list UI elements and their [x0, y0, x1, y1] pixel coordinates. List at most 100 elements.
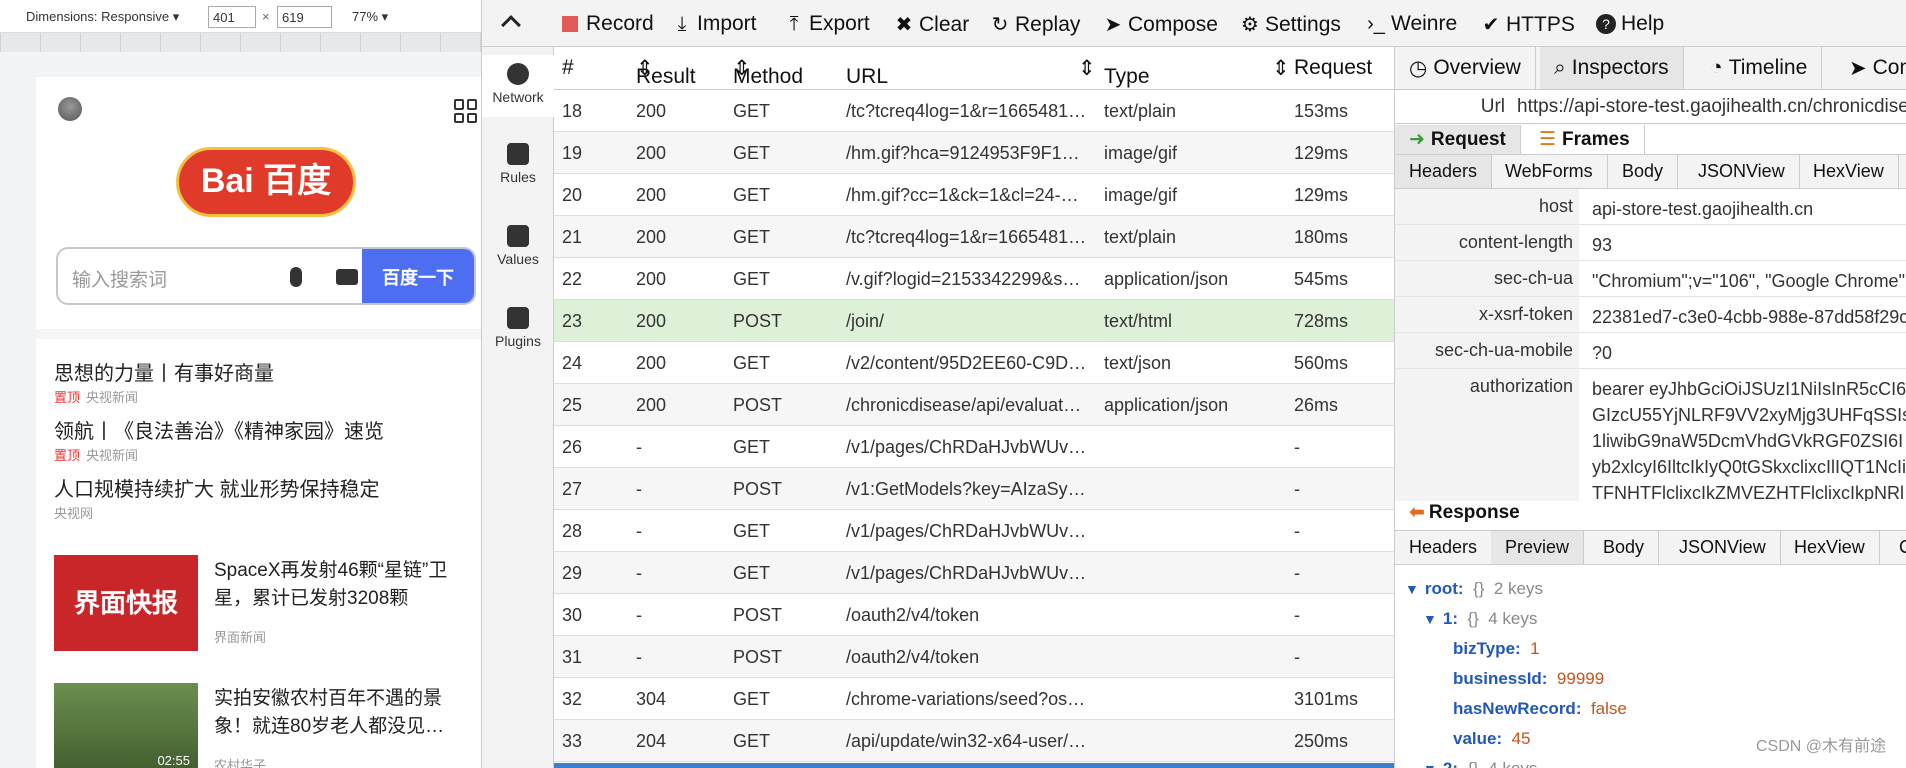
news-card-image[interactable]: 界面快报: [54, 555, 198, 651]
tab-request[interactable]: ➜ Request: [1395, 125, 1521, 154]
resp-tab-headers[interactable]: Headers: [1395, 531, 1493, 564]
col-request[interactable]: Request: [1294, 56, 1372, 80]
request-list: # Result ⇕ Method ⇕ URL ⇕ Type ⇕ Request 1…: [554, 47, 1394, 768]
search-button[interactable]: 百度一下: [362, 249, 474, 303]
width-input[interactable]: 401: [208, 6, 256, 28]
tree-node[interactable]: ▼2: {} 4 keys: [1423, 759, 1537, 768]
table-row[interactable]: 26 - GET/v1/pages/ChRDaHJvbWUv… -: [554, 426, 1394, 468]
table-row[interactable]: 33 204 GET/api/update/win32-x64-user/… 250m…: [554, 720, 1394, 762]
table-row[interactable]: 31 - POST/oauth2/v4/token -: [554, 636, 1394, 678]
cell-type: text/plain: [1104, 227, 1177, 247]
header-value[interactable]: 93: [1592, 232, 1612, 258]
collapse-chevron-icon[interactable]: [501, 15, 521, 35]
cell-method: POST: [733, 605, 783, 625]
response-header[interactable]: ⬅ Response: [1395, 501, 1906, 531]
table-row[interactable]: 32 304 GET/chrome-variations/seed?os… 3101m…: [554, 678, 1394, 720]
compose-button[interactable]: ➤ Compose: [1103, 12, 1218, 37]
tree-root[interactable]: ▼ root: {} 2 keys: [1405, 579, 1543, 599]
record-button[interactable]: Record: [562, 12, 654, 36]
table-row[interactable]: 19 200 GET/hm.gif?hca=9124953F9F1… image/gi…: [554, 132, 1394, 174]
export-button[interactable]: ⤒ Export: [784, 12, 870, 36]
dimensions-select[interactable]: Dimensions: Responsive ▾: [26, 9, 179, 25]
settings-button[interactable]: ⚙ Settings: [1240, 12, 1341, 37]
tree-node[interactable]: ▼ 1: {} 4 keys: [1423, 609, 1537, 629]
tab-frames[interactable]: ☰ Frames: [1525, 125, 1645, 154]
cell-time: -: [1294, 605, 1300, 625]
zoom-select[interactable]: 77% ▾: [352, 9, 388, 25]
table-row[interactable]: 18 200 GET/tc?tcreq4log=1&r=1665481… text/p…: [554, 90, 1394, 132]
header-value[interactable]: ?0: [1592, 340, 1612, 366]
resp-tab-hexview[interactable]: HexView: [1780, 531, 1880, 564]
header-value[interactable]: 22381ed7-c3e0-4cbb-988e-87dd58f29c: [1592, 304, 1906, 330]
header-value[interactable]: "Chromium";v="106", "Google Chrome": [1592, 268, 1905, 294]
folder-icon: [507, 225, 529, 247]
cell-result: -: [636, 563, 642, 583]
table-row[interactable]: 22 200 GET/v.gif?logid=2153342299&s… applic…: [554, 258, 1394, 300]
sidebar-item-plugins[interactable]: Plugins: [482, 301, 554, 363]
response-sub-tabs: Headers Preview Body JSONView HexView C: [1395, 531, 1906, 565]
microphone-icon[interactable]: [290, 267, 302, 287]
tab-inspectors[interactable]: ⌕ Inspectors: [1540, 47, 1684, 89]
record-icon: [562, 16, 578, 32]
resp-tab-jsonview[interactable]: JSONView: [1665, 531, 1781, 564]
cell-result: -: [636, 647, 642, 667]
news-title[interactable]: 领航丨《良法善治》《精神家园》速览: [54, 415, 384, 444]
search-input[interactable]: 输入搜索词: [72, 265, 167, 292]
sidebar-item-rules[interactable]: Rules: [482, 137, 554, 199]
tab-compose[interactable]: ➤Com: [1835, 47, 1906, 89]
table-row[interactable]: 25 200 POST/chronicdisease/api/evaluat… app…: [554, 384, 1394, 426]
cell-url: /v1/pages/ChRDaHJvbWUv…: [846, 521, 1087, 541]
sidebar-item-network[interactable]: Network: [482, 55, 554, 117]
weinre-button[interactable]: ›_ Weinre: [1366, 12, 1457, 36]
ruler: [0, 33, 481, 52]
tab-timeline[interactable]: ◔ Timeline: [1696, 47, 1823, 89]
video-card-image[interactable]: 02:55: [54, 683, 198, 768]
table-row[interactable]: 30 - POST/oauth2/v4/token -: [554, 594, 1394, 636]
resp-tab-more[interactable]: C: [1885, 531, 1906, 564]
news-card-title[interactable]: SpaceX再发射46颗“星链”卫星，累计已发射3208颗: [214, 557, 474, 613]
table-row[interactable]: 20 200 GET/hm.gif?cc=1&ck=1&cl=24-… image/g…: [554, 174, 1394, 216]
cell-url: /v.gif?logid=2153342299&s…: [846, 269, 1081, 289]
resp-tab-body[interactable]: Body: [1589, 531, 1660, 564]
header-value[interactable]: api-store-test.gaojihealth.cn: [1592, 196, 1813, 222]
devtools: Record ⤓ Import ⤒ Export ✖ Clear ↻ Replay ➤ C…: [481, 0, 1906, 768]
header-value[interactable]: bearer eyJhbGciOiJSUzI1NiIsInR5cCI6 GIzcU…: [1592, 376, 1906, 506]
import-button[interactable]: ⤓ Import: [672, 12, 757, 36]
news-title[interactable]: 人口规模持续扩大 就业形势保持稳定: [54, 473, 380, 502]
help-button[interactable]: ? Help: [1596, 12, 1664, 36]
avatar[interactable]: [58, 97, 82, 121]
url-value[interactable]: https://api-store-test.gaojihealth.cn/ch…: [1517, 96, 1906, 118]
table-row[interactable]: 27 - POST/v1:GetModels?key=AIzaSy… -: [554, 468, 1394, 510]
camera-icon[interactable]: [336, 269, 358, 285]
table-row[interactable]: 28 - GET/v1/pages/ChRDaHJvbWUv… -: [554, 510, 1394, 552]
table-row[interactable]: 21 200 GET/tc?tcreq4log=1&r=1665481… text/p…: [554, 216, 1394, 258]
subtab-jsonview[interactable]: JSONView: [1684, 155, 1800, 188]
news-card-title[interactable]: 实拍安徽农村百年不遇的景象！就连80岁老人都没见…: [214, 685, 474, 741]
subtab-hexview[interactable]: HexView: [1799, 155, 1899, 188]
col-method[interactable]: Method ⇕: [733, 56, 803, 88]
table-row[interactable]: 24 200 GET/v2/content/95D2EE60-C9D… text/js…: [554, 342, 1394, 384]
scroll-indicator[interactable]: [554, 763, 1394, 768]
subtab-headers[interactable]: Headers: [1395, 155, 1493, 188]
subtab-webforms[interactable]: WebForms: [1491, 155, 1608, 188]
table-row[interactable]: 29 - GET/v1/pages/ChRDaHJvbWUv… -: [554, 552, 1394, 594]
cell-time: 153ms: [1294, 101, 1349, 121]
resp-tab-preview[interactable]: Preview: [1491, 531, 1585, 564]
height-input[interactable]: 619: [277, 6, 332, 28]
clear-button[interactable]: ✖ Clear: [894, 12, 970, 37]
news-title[interactable]: 思想的力量丨有事好商量: [54, 357, 274, 386]
apps-grid-icon[interactable]: [454, 99, 478, 123]
col-result[interactable]: Result ⇕: [636, 56, 696, 88]
https-button[interactable]: ✔ HTTPS: [1481, 12, 1575, 37]
search-box[interactable]: 输入搜索词 百度一下: [56, 247, 476, 305]
cell-time: -: [1294, 437, 1300, 457]
table-row[interactable]: 23 200 POST/join/text/html 728ms: [554, 300, 1394, 342]
cell-result: 200: [636, 185, 667, 205]
tab-overview[interactable]: ◷ Overview: [1395, 47, 1536, 89]
arrow-left-icon: ⬅: [1409, 502, 1425, 523]
cell-method: GET: [733, 563, 771, 583]
subtab-body[interactable]: Body: [1608, 155, 1679, 188]
sidebar-item-values[interactable]: Values: [482, 219, 554, 281]
col-id[interactable]: #: [562, 56, 574, 80]
replay-button[interactable]: ↻ Replay: [990, 12, 1081, 37]
